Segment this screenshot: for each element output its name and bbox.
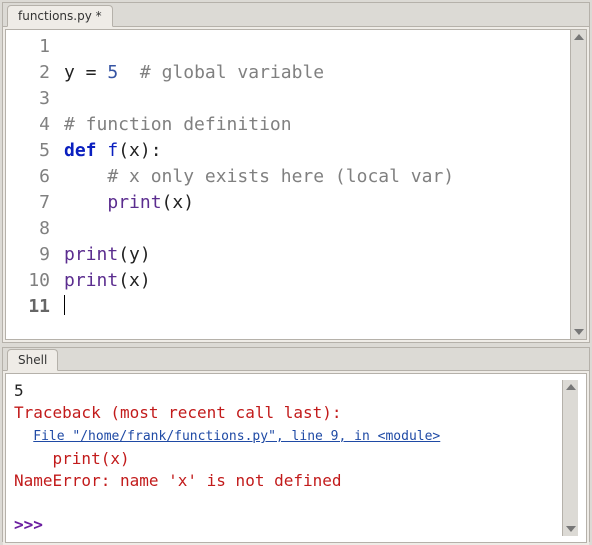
- code-token: x: [172, 192, 183, 213]
- code-token: [97, 140, 108, 161]
- line-number: 8: [20, 216, 50, 242]
- traceback-file-link[interactable]: File "/home/frank/functions.py", line 9,…: [33, 429, 440, 444]
- code-token-builtin: print: [64, 244, 118, 265]
- editor-tab[interactable]: functions.py *: [7, 5, 113, 27]
- code-token: (: [118, 244, 129, 265]
- code-token: x: [129, 270, 140, 291]
- line-number: 4: [20, 112, 50, 138]
- code-text[interactable]: y = 5 # global variable # function defini…: [60, 30, 570, 339]
- shell-tab-label: Shell: [18, 353, 47, 367]
- shell-output[interactable]: 5 Traceback (most recent call last): Fil…: [5, 373, 587, 543]
- shell-text[interactable]: 5 Traceback (most recent call last): Fil…: [14, 380, 562, 536]
- code-token-builtin: print: [107, 192, 161, 213]
- code-token-comment: # x only exists here (local var): [107, 166, 454, 187]
- code-token: [64, 166, 107, 187]
- text-cursor: [64, 295, 65, 315]
- code-token: [118, 62, 140, 83]
- code-editor[interactable]: 1 2 3 4 5 6 7 8 9 10 11 y = 5 # global v…: [5, 29, 587, 340]
- code-token-number: 5: [107, 62, 118, 83]
- code-token: ): [183, 192, 194, 213]
- code-token: :: [151, 140, 162, 161]
- line-number: 9: [20, 242, 50, 268]
- vertical-scrollbar[interactable]: [562, 380, 578, 536]
- line-number: 2: [20, 60, 50, 86]
- editor-tabstrip: functions.py *: [3, 3, 589, 27]
- vertical-scrollbar[interactable]: [570, 30, 586, 339]
- code-token: ): [140, 140, 151, 161]
- editor-body: 1 2 3 4 5 6 7 8 9 10 11 y = 5 # global v…: [3, 27, 589, 342]
- line-number: 3: [20, 86, 50, 112]
- code-token: y: [129, 244, 140, 265]
- traceback-context: print(x): [53, 449, 130, 468]
- shell-tabstrip: Shell: [3, 348, 589, 371]
- editor-pane: functions.py * 1 2 3 4 5 6 7 8 9 10 11 y…: [2, 2, 590, 343]
- shell-prompt: >>>: [14, 515, 53, 534]
- line-number: 6: [20, 164, 50, 190]
- shell-body: 5 Traceback (most recent call last): Fil…: [3, 371, 589, 545]
- code-token-builtin: print: [64, 270, 118, 291]
- code-token: (: [162, 192, 173, 213]
- code-token: (: [118, 270, 129, 291]
- editor-tab-label: functions.py *: [18, 9, 102, 23]
- error-message: NameError: name 'x' is not defined: [14, 471, 342, 490]
- line-number-gutter: 1 2 3 4 5 6 7 8 9 10 11: [6, 30, 60, 339]
- code-token-comment: # function definition: [64, 114, 292, 135]
- shell-tab[interactable]: Shell: [7, 349, 58, 371]
- line-number: 10: [20, 268, 50, 294]
- shell-pane: Shell 5 Traceback (most recent call last…: [2, 347, 590, 542]
- code-token-keyword: def: [64, 140, 97, 161]
- code-token: y =: [64, 62, 107, 83]
- code-token: ): [140, 244, 151, 265]
- line-number: 7: [20, 190, 50, 216]
- shell-value: 5: [14, 381, 24, 400]
- code-token: [64, 192, 107, 213]
- code-token-comment: # global variable: [140, 62, 324, 83]
- line-number: 5: [20, 138, 50, 164]
- traceback-header: Traceback (most recent call last):: [14, 403, 342, 422]
- code-token-name: f: [107, 140, 118, 161]
- code-token: ): [140, 270, 151, 291]
- line-number: 1: [20, 34, 50, 60]
- code-token: (: [118, 140, 129, 161]
- code-token: x: [129, 140, 140, 161]
- line-number: 11: [20, 294, 50, 320]
